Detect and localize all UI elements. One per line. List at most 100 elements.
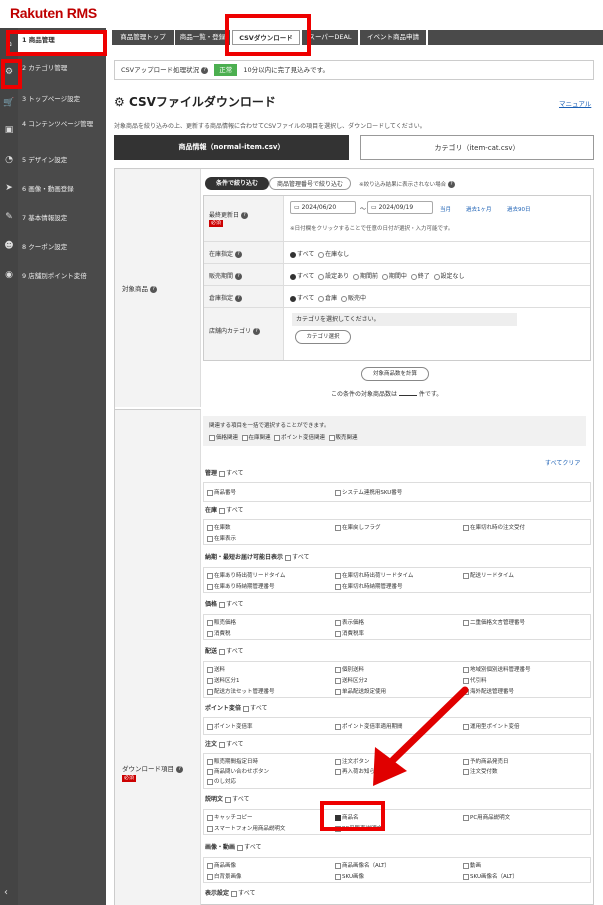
link-this-month[interactable]: 当月 — [440, 205, 451, 213]
group-stock[interactable]: 在庫関連 — [241, 434, 271, 441]
help-icon[interactable]: ? — [150, 285, 158, 293]
item-checkbox[interactable]: 送料区分1 — [207, 676, 240, 684]
item-checkbox[interactable]: 商品画像名（ALT） — [335, 861, 390, 869]
group-point[interactable]: ポイント変倍関連 — [274, 434, 325, 441]
radio-sale-ended[interactable]: 終了 — [410, 273, 430, 280]
item-checkbox[interactable]: SKU画像名（ALT） — [463, 872, 518, 880]
item-checkbox[interactable]: 在庫あり時納期管理番号 — [207, 582, 275, 590]
filter-tab-manage-number[interactable]: 商品管理番号で絞り込む — [269, 177, 351, 190]
item-checkbox[interactable]: 在庫数 — [207, 523, 231, 531]
radio-sale-during[interactable]: 期間中 — [381, 273, 407, 280]
item-checkbox[interactable]: 海外配送管理番号 — [463, 687, 514, 695]
tab-item-csv[interactable]: 商品情報（normal-item.csv） — [114, 135, 349, 160]
item-checkbox[interactable]: 在庫あり時出荷リードタイム — [207, 571, 285, 579]
radio-sale-all[interactable]: すべて — [290, 273, 314, 280]
radio-stock-none[interactable]: 在庫なし — [318, 251, 349, 258]
item-checkbox[interactable]: SKU画像 — [335, 872, 364, 880]
item-checkbox[interactable]: 在庫切れ時出荷リードタイム — [335, 571, 413, 579]
sidebar-item-coupon[interactable]: 8 クーポン設定 — [18, 239, 106, 263]
item-checkbox[interactable]: キャッチコピー — [207, 813, 253, 821]
count-button[interactable]: 対象商品数を計算 — [361, 367, 429, 381]
item-checkbox[interactable]: システム連携用SKU番号 — [335, 488, 402, 496]
item-checkbox[interactable]: 販売期間指定日時 — [207, 757, 258, 765]
select-all-checkbox[interactable]: すべて — [219, 648, 243, 655]
radio-sale-unset[interactable]: 設定なし — [433, 273, 465, 280]
tab-event[interactable]: イベント商品申請 — [360, 30, 426, 45]
help-icon[interactable]: ? — [234, 295, 242, 302]
select-all-checkbox[interactable]: すべて — [219, 470, 243, 477]
sidebar-item-point[interactable]: 9 店舗別ポイント変倍 — [18, 268, 106, 292]
link-past-90days[interactable]: 過去90日 — [507, 205, 531, 213]
item-checkbox[interactable]: 配送方法セット管理番号 — [207, 687, 275, 695]
item-checkbox[interactable]: 運用型ポイント変倍 — [463, 722, 520, 730]
select-all-checkbox[interactable]: すべて — [231, 890, 255, 897]
group-sales[interactable]: 販売関連 — [328, 434, 358, 441]
tab-category-csv[interactable]: カテゴリ（item-cat.csv） — [360, 135, 594, 160]
help-icon[interactable]: ? — [176, 765, 184, 773]
item-checkbox[interactable]: 代引料 — [463, 676, 487, 684]
radio-wh-all[interactable]: すべて — [290, 295, 314, 302]
sidebar-item-content[interactable]: 4 コンテンツページ管理 — [18, 116, 106, 146]
tab-products-top[interactable]: 商品管理トップ — [112, 30, 174, 45]
item-checkbox[interactable]: 在庫切れ時納期管理番号 — [335, 582, 403, 590]
select-all-checkbox[interactable]: すべて — [243, 705, 267, 712]
help-icon[interactable]: ? — [201, 66, 209, 74]
item-checkbox[interactable]: ポイント変倍率 — [207, 722, 253, 730]
item-checkbox[interactable]: 表示価格 — [335, 618, 364, 626]
item-checkbox[interactable]: 二重価格文言管理番号 — [463, 618, 525, 626]
help-icon[interactable]: ? — [240, 212, 248, 219]
collapse-icon[interactable]: ‹ — [4, 887, 8, 898]
tab-product-list[interactable]: 商品一覧・登録 — [175, 30, 230, 45]
item-checkbox[interactable]: 個別送料 — [335, 665, 364, 673]
select-all-checkbox[interactable]: すべて — [225, 796, 249, 803]
help-icon[interactable]: ? — [234, 273, 242, 280]
radio-wh-warehouse[interactable]: 倉庫 — [318, 295, 337, 302]
item-checkbox[interactable]: 注文受付数 — [463, 767, 498, 775]
link-past-month[interactable]: 過去1ヶ月 — [466, 205, 492, 213]
date-to-input[interactable]: ▭ 2024/09/19 — [367, 201, 433, 214]
category-select-button[interactable]: カテゴリ選択 — [295, 330, 351, 344]
item-checkbox[interactable]: 送料区分2 — [335, 676, 368, 684]
select-all-checkbox[interactable]: すべて — [219, 741, 243, 748]
item-checkbox[interactable]: 单品配送設定使用 — [335, 687, 386, 695]
sidebar-item-design[interactable]: 5 デザイン設定 — [18, 152, 106, 176]
radio-wh-selling[interactable]: 販売中 — [341, 295, 366, 302]
item-checkbox[interactable]: 再入荷お知らせボタン — [335, 767, 397, 775]
sidebar-item-media[interactable]: 6 画像・動画登録 — [18, 181, 106, 205]
clear-all-link[interactable]: すべてクリア — [545, 458, 580, 467]
select-all-checkbox[interactable]: すべて — [285, 554, 309, 561]
item-checkbox[interactable]: ポイント変倍率適用期間 — [335, 722, 403, 730]
filter-tab-conditions[interactable]: 条件で絞り込む — [205, 177, 269, 190]
help-icon[interactable]: ? — [447, 181, 455, 188]
sidebar-item-category[interactable]: 2 カテゴリ管理 — [18, 60, 106, 84]
item-checkbox[interactable]: 白背景画像 — [207, 872, 242, 880]
group-price[interactable]: 価格関連 — [209, 434, 238, 441]
item-checkbox[interactable]: 注文ボタン — [335, 757, 370, 765]
sidebar-item-basic[interactable]: 7 基本情報設定 — [18, 210, 106, 234]
item-checkbox[interactable]: 商品問い合わせボタン — [207, 767, 269, 775]
help-icon[interactable]: ? — [252, 328, 260, 335]
select-all-checkbox[interactable]: すべて — [237, 844, 261, 851]
item-checkbox[interactable]: 予約商品発売日 — [463, 757, 509, 765]
radio-sale-before[interactable]: 期間前 — [353, 273, 378, 280]
item-checkbox[interactable]: 送料 — [207, 665, 225, 673]
item-checkbox[interactable]: 商品画像 — [207, 861, 236, 869]
item-checkbox[interactable]: 地域別個別送料管理番号 — [463, 665, 531, 673]
item-checkbox[interactable]: PC用商品説明文 — [463, 813, 510, 821]
item-checkbox[interactable]: 在庫戻しフラグ — [335, 523, 381, 531]
item-checkbox[interactable]: 在庫表示 — [207, 534, 236, 542]
item-checkbox[interactable]: のし対応 — [207, 777, 236, 785]
date-from-input[interactable]: ▭ 2024/06/20 — [290, 201, 356, 214]
item-checkbox[interactable]: 在庫切れ時の注文受付 — [463, 523, 525, 531]
item-checkbox[interactable]: 消費税 — [207, 629, 231, 637]
manual-link[interactable]: マニュアル — [559, 98, 591, 108]
help-icon[interactable]: ? — [234, 251, 242, 258]
item-checkbox[interactable]: 動画 — [463, 861, 481, 869]
item-checkbox[interactable]: スマートフォン用商品説明文 — [207, 824, 285, 832]
item-checkbox[interactable]: 商品番号 — [207, 488, 236, 496]
item-checkbox[interactable]: 配送リードタイム — [463, 571, 514, 579]
select-all-checkbox[interactable]: すべて — [219, 601, 243, 608]
item-checkbox[interactable]: 消費税率 — [335, 629, 364, 637]
radio-sale-set[interactable]: 設定あり — [318, 273, 349, 280]
item-checkbox[interactable]: 販売価格 — [207, 618, 236, 626]
